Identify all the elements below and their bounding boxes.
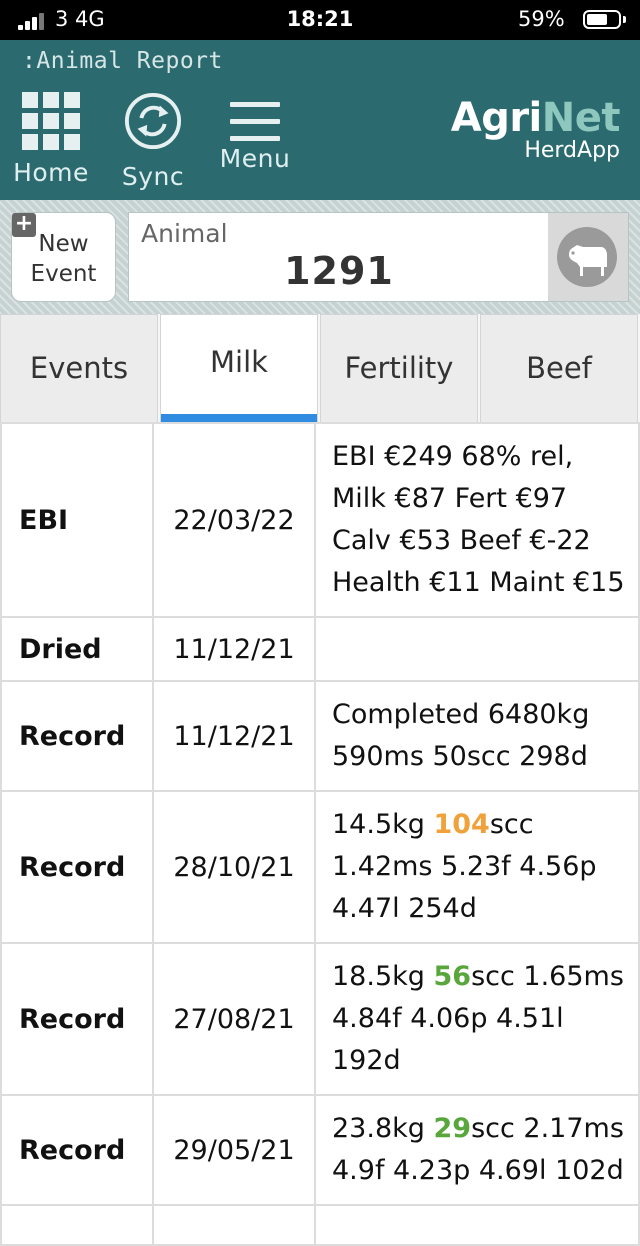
tab-milk[interactable]: Milk: [160, 314, 318, 422]
table-row[interactable]: Record 11/12/21 Completed 6480kg 590ms 5…: [0, 680, 640, 792]
tab-fertility-label: Fertility: [344, 351, 454, 385]
battery-icon: [583, 10, 621, 29]
page-title: :Animal Report: [22, 48, 223, 74]
record-details: 14.5kg 104scc 1.42ms 5.23f 4.56p 4.47l 2…: [314, 790, 640, 944]
tab-beef-label: Beef: [526, 351, 592, 385]
record-details: 23.8kg 29scc 2.17ms 4.9f 4.23p 4.69l 102…: [314, 1094, 640, 1206]
tab-bar: Events Milk Fertility Beef: [0, 314, 640, 422]
record-details: 18.5kg 56scc 1.65ms 4.84f 4.06p 4.51l 19…: [314, 942, 640, 1096]
milk-records-table: EBI 22/03/22 EBI €249 68% rel, Milk €87 …: [0, 422, 640, 1246]
sync-button[interactable]: Sync: [116, 92, 190, 191]
record-date: 11/12/21: [152, 616, 316, 682]
tab-events-label: Events: [29, 351, 129, 385]
agrinet-logo: AgriNet HerdApp: [450, 95, 621, 163]
animal-field[interactable]: Animal 1291: [128, 212, 629, 302]
menu-label: Menu: [219, 144, 291, 173]
hamburger-menu-icon: [230, 102, 280, 142]
record-type: Record: [0, 942, 154, 1096]
record-type: EBI: [0, 422, 154, 618]
record-date: 28/10/21: [152, 790, 316, 944]
record-type: Record: [0, 790, 154, 944]
animal-number: 1291: [284, 249, 394, 293]
new-event-button[interactable]: + New Event: [11, 212, 116, 302]
new-event-label-line2: Event: [30, 261, 97, 287]
record-details: Completed 6480kg 590ms 50scc 298d: [314, 680, 640, 792]
animal-label: Animal: [141, 219, 228, 248]
app-header: :Animal Report Home Sync Menu AgriNet He…: [0, 40, 640, 200]
table-row[interactable]: Record 27/08/21 18.5kg 56scc 1.65ms 4.84…: [0, 942, 640, 1096]
scc-highlight: 29: [433, 1113, 472, 1144]
battery-percent: 59%: [518, 7, 565, 31]
menu-button[interactable]: Menu: [216, 92, 294, 173]
scc-highlight: 56: [433, 961, 472, 992]
tab-milk-label: Milk: [210, 345, 268, 379]
record-date: 11/12/21: [152, 680, 316, 792]
table-row[interactable]: [0, 1204, 640, 1246]
record-type: Record: [0, 680, 154, 792]
table-row[interactable]: Record 28/10/21 14.5kg 104scc 1.42ms 5.2…: [0, 790, 640, 944]
animal-select-button[interactable]: [548, 213, 628, 301]
home-label: Home: [13, 158, 89, 187]
record-details: [314, 616, 640, 682]
tab-events[interactable]: Events: [0, 314, 158, 422]
record-date: 29/05/21: [152, 1094, 316, 1206]
event-bar: + New Event Animal 1291: [0, 200, 640, 314]
active-tab-indicator: [161, 414, 317, 422]
table-row[interactable]: Record 29/05/21 23.8kg 29scc 2.17ms 4.9f…: [0, 1094, 640, 1206]
record-details: EBI €249 68% rel, Milk €87 Fert €97 Calv…: [314, 422, 640, 618]
cow-icon: [557, 227, 617, 287]
table-row[interactable]: EBI 22/03/22 EBI €249 68% rel, Milk €87 …: [0, 422, 640, 618]
record-date: 22/03/22: [152, 422, 316, 618]
record-type: Record: [0, 1094, 154, 1206]
home-button[interactable]: Home: [12, 92, 90, 187]
sync-label: Sync: [121, 162, 185, 191]
scc-highlight: 104: [433, 809, 490, 840]
status-bar: 3 4G 18:21 59%: [0, 0, 640, 40]
record-type: Dried: [0, 616, 154, 682]
record-date: 27/08/21: [152, 942, 316, 1096]
new-event-label-line1: New: [38, 231, 89, 257]
table-row[interactable]: Dried 11/12/21: [0, 616, 640, 682]
battery-tip: [623, 16, 626, 23]
grid-icon: [22, 92, 80, 150]
tab-beef[interactable]: Beef: [480, 314, 638, 422]
sync-icon: [124, 92, 182, 150]
tab-fertility[interactable]: Fertility: [320, 314, 478, 422]
